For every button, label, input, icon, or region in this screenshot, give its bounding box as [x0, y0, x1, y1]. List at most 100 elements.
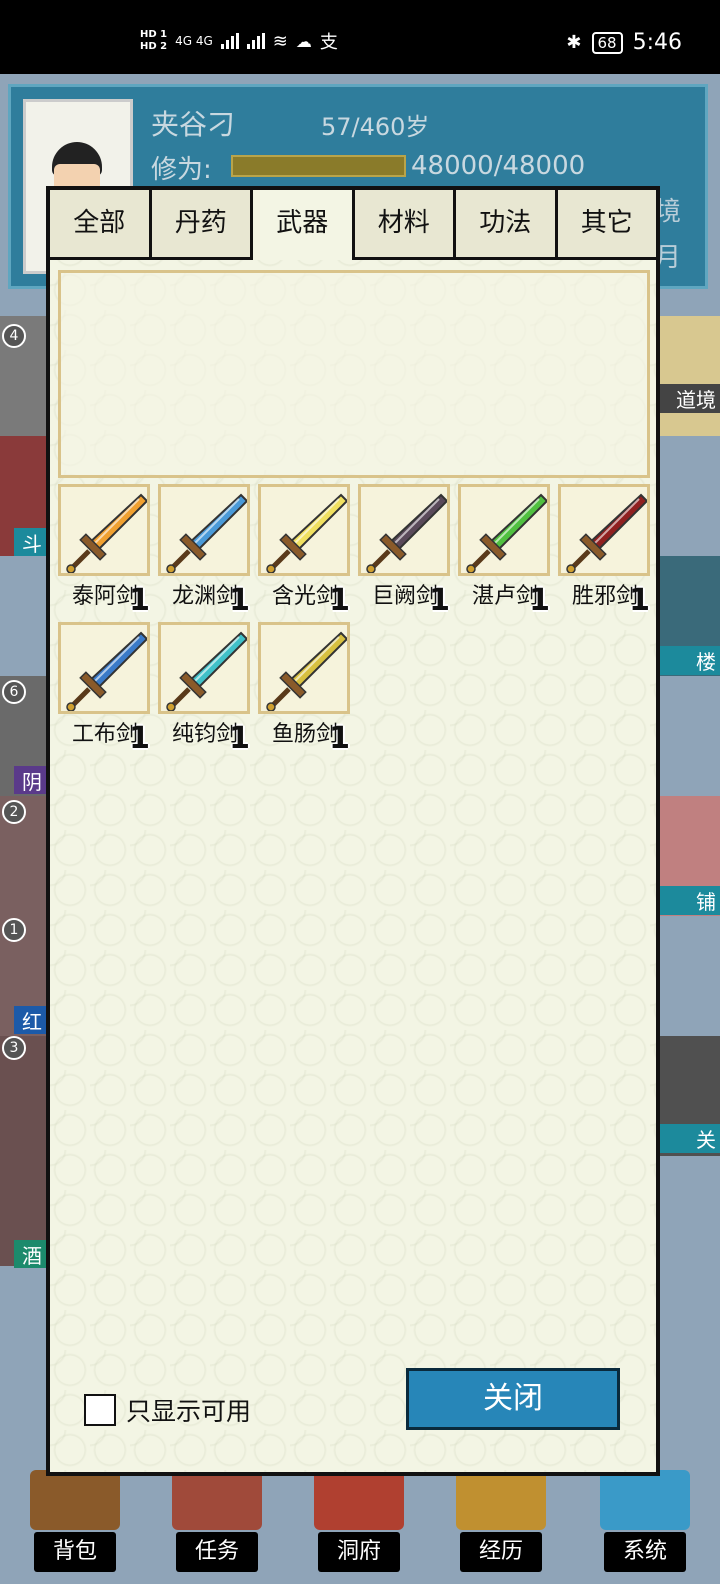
inventory-tabs: 全部 丹药 武器 材料 功法 其它: [50, 190, 656, 260]
tab-pills[interactable]: 丹药: [151, 190, 253, 260]
item-slot[interactable]: 1 胜邪剑: [558, 484, 652, 618]
tab-all[interactable]: 全部: [50, 190, 152, 260]
tile-number: 6: [2, 680, 26, 704]
item-slot[interactable]: 1 巨阙剑: [358, 484, 452, 618]
sword-pommel: [266, 702, 276, 711]
item-slot[interactable]: 1 含光剑: [258, 484, 352, 618]
item-name: 含光剑: [271, 584, 338, 609]
xiuwei-progress-bar: [231, 155, 406, 177]
status-bar: HD 1 HD 2 4G 4G ≋ ☁ 支 ✱ 68 5:46: [0, 0, 720, 74]
sword-pommel: [466, 564, 476, 573]
sword-grip: [171, 549, 191, 569]
tab-materials[interactable]: 材料: [354, 190, 456, 260]
sword-icon: [166, 493, 247, 573]
status-right: ✱ 68 5:46: [566, 30, 682, 55]
sword-grip: [571, 549, 591, 569]
item-slot[interactable]: 1 泰阿剑: [58, 484, 152, 618]
cave-icon: [314, 1470, 404, 1530]
sword-shine: [292, 498, 340, 546]
xiuwei-label: 修为:: [151, 155, 212, 185]
tile-label: 道境: [656, 384, 720, 413]
sword-shine: [192, 498, 240, 546]
sword-shine: [392, 498, 440, 546]
item-slot[interactable]: 1 鱼肠剑: [258, 622, 352, 756]
item-frame: [258, 622, 350, 714]
sword-shine: [192, 636, 240, 684]
sword-pommel: [66, 702, 76, 711]
sword-grip: [371, 549, 391, 569]
tile-number: 4: [2, 324, 26, 348]
sword-shine: [92, 636, 140, 684]
sword-icon: [266, 493, 347, 573]
item-name: 湛卢剑: [471, 584, 538, 609]
tile-label: 阴: [14, 766, 48, 794]
close-button[interactable]: 关闭: [406, 1368, 620, 1430]
tab-other[interactable]: 其它: [557, 190, 656, 260]
tab-techniques[interactable]: 功法: [456, 190, 558, 260]
item-description-box: [58, 270, 650, 478]
sword-pommel: [66, 564, 76, 573]
nav-history-label: 经历: [460, 1532, 542, 1572]
clock: 5:46: [632, 30, 682, 55]
sword-grip: [271, 687, 291, 707]
item-slot[interactable]: 1 纯钧剑: [158, 622, 252, 756]
item-frame: [158, 622, 250, 714]
history-icon: [456, 1470, 546, 1530]
nav-backpack-label: 背包: [34, 1532, 116, 1572]
sword-pommel: [366, 564, 376, 573]
tile-number: 1: [2, 918, 26, 942]
location-tile[interactable]: [0, 1036, 48, 1266]
item-name: 胜邪剑: [571, 584, 638, 609]
sword-pommel: [166, 564, 176, 573]
item-frame: [558, 484, 650, 576]
item-frame: [358, 484, 450, 576]
tab-weapons[interactable]: 武器: [253, 190, 355, 260]
item-frame: [58, 484, 150, 576]
sword-grip: [71, 687, 91, 707]
sword-icon: [266, 631, 347, 711]
sword-icon: [166, 631, 247, 711]
filter-checkbox[interactable]: [84, 1394, 116, 1426]
location-tile[interactable]: [656, 316, 720, 436]
sword-shine: [92, 498, 140, 546]
item-slot[interactable]: 1 湛卢剑: [458, 484, 552, 618]
gear-icon: [600, 1470, 690, 1530]
tile-label: 楼: [656, 646, 720, 675]
filter-available[interactable]: 只显示可用: [84, 1392, 251, 1428]
wifi-icon: ≋: [272, 30, 288, 52]
filter-label: 只显示可用: [126, 1397, 252, 1426]
sword-shine: [592, 498, 640, 546]
item-frame: [458, 484, 550, 576]
sword-pommel: [266, 564, 276, 573]
item-name: 泰阿剑: [71, 584, 138, 609]
player-name: 夹谷刁: [151, 108, 236, 141]
sword-icon: [466, 493, 547, 573]
sword-icon: [566, 493, 647, 573]
tile-label: 红: [14, 1006, 48, 1034]
item-name: 巨阙剑: [371, 584, 438, 609]
bluetooth-icon: ✱: [566, 32, 582, 53]
item-frame: [158, 484, 250, 576]
hd1-label: HD 1: [140, 29, 168, 40]
item-name: 纯钧剑: [171, 722, 238, 747]
alipay-icon: 支: [319, 32, 338, 53]
sword-grip: [271, 549, 291, 569]
battery-icon: 68: [591, 31, 623, 54]
item-name: 工布剑: [71, 722, 138, 747]
location-tile[interactable]: [0, 796, 48, 1036]
item-slot[interactable]: 1 龙渊剑: [158, 484, 252, 618]
nav-cave-label: 洞府: [318, 1532, 400, 1572]
item-frame: [58, 622, 150, 714]
sword-icon: [366, 493, 447, 573]
left-location-tiles: 4 斗 6 阴 2 1 红 3 酒: [0, 296, 48, 1296]
network-label: 4G 4G: [175, 34, 213, 48]
item-name: 龙渊剑: [171, 584, 238, 609]
status-left: HD 1 HD 2 4G 4G ≋ ☁ 支: [140, 28, 338, 54]
hd2-label: HD 2: [140, 41, 168, 52]
signal-bars-2-icon: [246, 33, 265, 49]
tile-number: 3: [2, 1036, 26, 1060]
sword-grip: [471, 549, 491, 569]
xiuwei-value: 48000/48000: [411, 151, 586, 181]
right-location-tiles: 道境 楼 铺 关: [656, 296, 720, 1296]
item-slot[interactable]: 1 工布剑: [58, 622, 152, 756]
